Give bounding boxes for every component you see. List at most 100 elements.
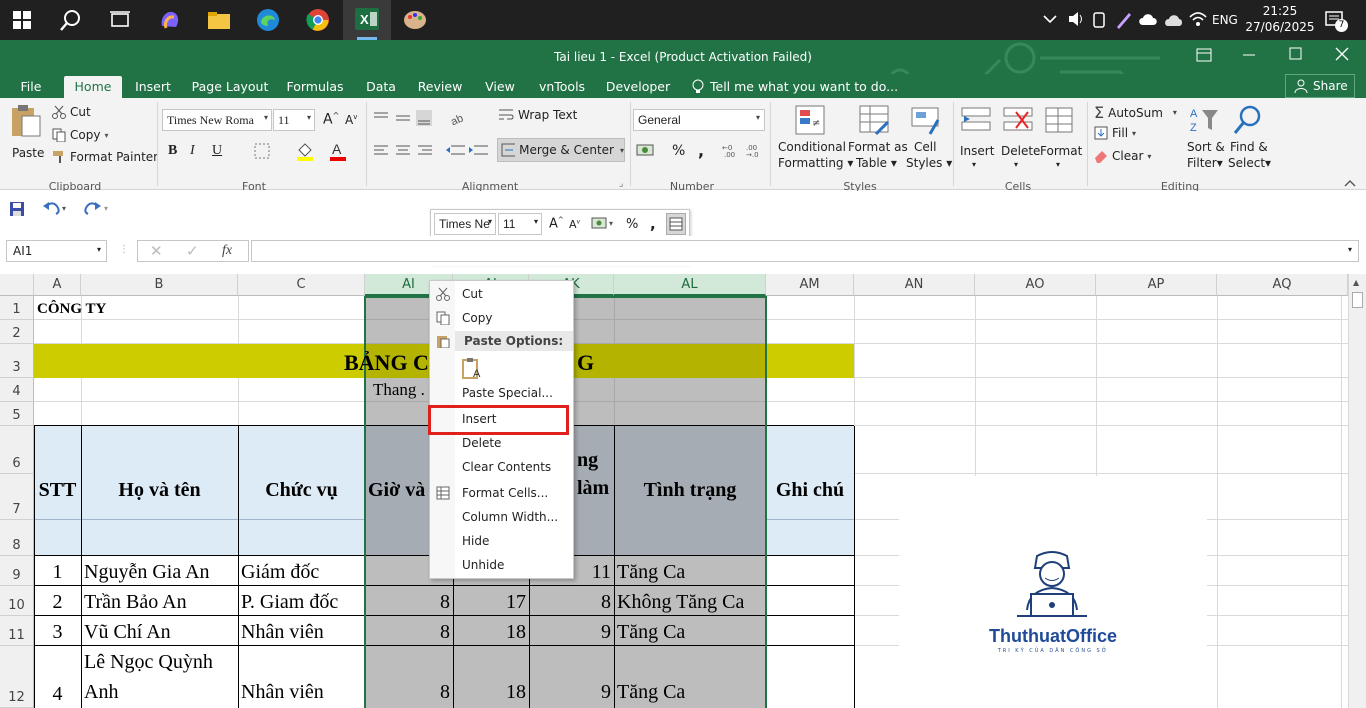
- file-explorer-icon[interactable]: [205, 6, 233, 34]
- number-format-dropdown[interactable]: General ▾: [633, 109, 765, 131]
- r11-stt[interactable]: 3: [34, 616, 81, 646]
- share-button[interactable]: Share: [1285, 74, 1355, 98]
- windows-start-icon[interactable]: [8, 6, 36, 34]
- ctx-clear-contents[interactable]: Clear Contents: [462, 460, 551, 474]
- r11-days[interactable]: 18: [453, 616, 529, 646]
- row-header-2[interactable]: 2: [0, 320, 34, 344]
- paint-icon[interactable]: [401, 6, 429, 34]
- weather-icon[interactable]: [1164, 10, 1184, 31]
- chrome-icon[interactable]: [304, 6, 332, 34]
- mini-currency-icon[interactable]: ▾: [591, 216, 617, 233]
- align-top-icon[interactable]: [373, 110, 433, 129]
- copy-button[interactable]: Copy ▾: [52, 128, 108, 142]
- cell-a1[interactable]: CÔNG TY: [34, 296, 234, 320]
- row-header-11[interactable]: 11: [0, 616, 34, 646]
- mini-comma-button[interactable]: ,: [650, 215, 656, 233]
- cell-title-left[interactable]: BẢNG C: [340, 344, 440, 378]
- tab-vntools[interactable]: vnTools: [534, 76, 590, 98]
- r9-name[interactable]: Nguyễn Gia An: [81, 556, 238, 586]
- ctx-insert[interactable]: Insert: [462, 412, 496, 426]
- r10-ot[interactable]: 8: [529, 586, 614, 616]
- r12-hours[interactable]: 8: [365, 676, 453, 706]
- tab-view[interactable]: View: [480, 76, 520, 98]
- increase-font-icon[interactable]: A^: [323, 111, 339, 128]
- r10-stt[interactable]: 2: [34, 586, 81, 616]
- row-header-8[interactable]: 8: [0, 520, 34, 556]
- cell-styles-button[interactable]: Cell Styles ▾: [904, 104, 952, 174]
- excel-taskbar-active[interactable]: X: [343, 0, 391, 40]
- r11-hours[interactable]: 8: [365, 616, 453, 646]
- tell-me-box[interactable]: Tell me what you want to do...: [710, 76, 898, 98]
- tab-page-layout[interactable]: Page Layout: [190, 76, 270, 98]
- r12-ot[interactable]: 9: [529, 676, 614, 706]
- format-painter-button[interactable]: Format Painter: [52, 150, 158, 164]
- tab-file[interactable]: File: [10, 76, 52, 98]
- minimize-icon[interactable]: [1242, 47, 1256, 64]
- autosum-button[interactable]: Σ AutoSum ▾: [1094, 103, 1177, 122]
- device-icon[interactable]: [1092, 11, 1108, 32]
- row-header-4[interactable]: 4: [0, 378, 34, 402]
- delete-cells-button[interactable]: Delete ▾: [998, 104, 1040, 174]
- r9-role[interactable]: Giám đốc: [238, 556, 365, 586]
- r12-role[interactable]: Nhân viên: [238, 676, 365, 706]
- col-header-ap[interactable]: AP: [1096, 274, 1217, 296]
- r12-days[interactable]: 18: [453, 676, 529, 706]
- r12-name-1[interactable]: Lê Ngọc Quỳnh: [81, 646, 238, 676]
- mini-percent-button[interactable]: %: [626, 217, 638, 232]
- decimal-icon[interactable]: ←0.00.00 →.0: [722, 142, 766, 161]
- italic-button[interactable]: I: [190, 143, 195, 159]
- merge-center-button[interactable]: Merge & Center ▾: [497, 138, 625, 162]
- col-header-c[interactable]: C: [238, 274, 365, 296]
- header-note[interactable]: Ghi chú: [766, 426, 854, 556]
- sort-filter-button[interactable]: AZ Sort & Filter▾: [1184, 104, 1226, 174]
- tab-data[interactable]: Data: [362, 76, 400, 98]
- align-left-icon[interactable]: [373, 143, 433, 162]
- language-indicator[interactable]: ENG: [1212, 13, 1238, 27]
- header-overtime-1[interactable]: ng: [574, 444, 614, 474]
- maximize-icon[interactable]: [1289, 47, 1303, 64]
- ctx-paste-icon[interactable]: A: [462, 357, 484, 380]
- r11-name[interactable]: Vũ Chí An: [81, 616, 238, 646]
- decrease-font-icon[interactable]: Av: [345, 113, 357, 127]
- speaker-icon[interactable]: [1067, 11, 1085, 30]
- formula-input[interactable]: ▾: [251, 240, 1359, 262]
- header-name[interactable]: Họ và tên: [81, 426, 238, 556]
- cancel-icon[interactable]: ✕: [150, 242, 163, 260]
- insert-function-icon[interactable]: fx: [222, 243, 232, 259]
- r11-status[interactable]: Tăng Ca: [614, 616, 766, 646]
- ctx-format-cells[interactable]: Format Cells...: [462, 486, 548, 500]
- tab-review[interactable]: Review: [414, 76, 466, 98]
- wrap-text-button[interactable]: Wrap Text: [498, 107, 577, 123]
- r9-status[interactable]: Tăng Ca: [614, 556, 766, 586]
- mini-grow-font-icon[interactable]: A^: [549, 216, 564, 231]
- ribbon-display-options-icon[interactable]: [1196, 48, 1212, 65]
- save-icon[interactable]: [9, 201, 25, 220]
- r10-hours[interactable]: 8: [365, 586, 453, 616]
- row-header-10[interactable]: 10: [0, 586, 34, 616]
- row-header-12[interactable]: 12: [0, 646, 34, 708]
- percent-button[interactable]: %: [672, 143, 685, 159]
- bold-button[interactable]: B: [168, 143, 177, 159]
- font-color-icon[interactable]: A: [330, 141, 346, 164]
- col-header-aq[interactable]: AQ: [1217, 274, 1348, 296]
- row-header-1[interactable]: 1: [0, 296, 34, 320]
- row-header-3[interactable]: 3: [0, 344, 34, 378]
- borders-icon[interactable]: [254, 143, 270, 162]
- wifi-icon[interactable]: [1189, 11, 1207, 30]
- col-header-al[interactable]: AL: [614, 274, 766, 296]
- search-icon[interactable]: [57, 6, 85, 34]
- comma-button[interactable]: ,: [698, 141, 704, 160]
- r10-name[interactable]: Trần Bảo An: [81, 586, 238, 616]
- edge-icon[interactable]: [254, 6, 282, 34]
- r11-role[interactable]: Nhân viên: [238, 616, 365, 646]
- mini-format-cells-icon[interactable]: [666, 213, 686, 235]
- dialog-launcher-icon[interactable]: ⌟: [619, 179, 623, 189]
- r10-status[interactable]: Không Tăng Ca: [614, 586, 766, 616]
- insert-cells-button[interactable]: Insert ▾: [956, 104, 996, 174]
- pen-icon[interactable]: [1115, 11, 1133, 32]
- copilot-icon[interactable]: [156, 6, 184, 34]
- indent-icon[interactable]: [445, 143, 491, 162]
- close-icon[interactable]: [1335, 47, 1349, 64]
- undo-icon[interactable]: ▾: [42, 200, 70, 219]
- conditional-formatting-button[interactable]: ≠ Conditional Formatting ▾: [778, 104, 853, 174]
